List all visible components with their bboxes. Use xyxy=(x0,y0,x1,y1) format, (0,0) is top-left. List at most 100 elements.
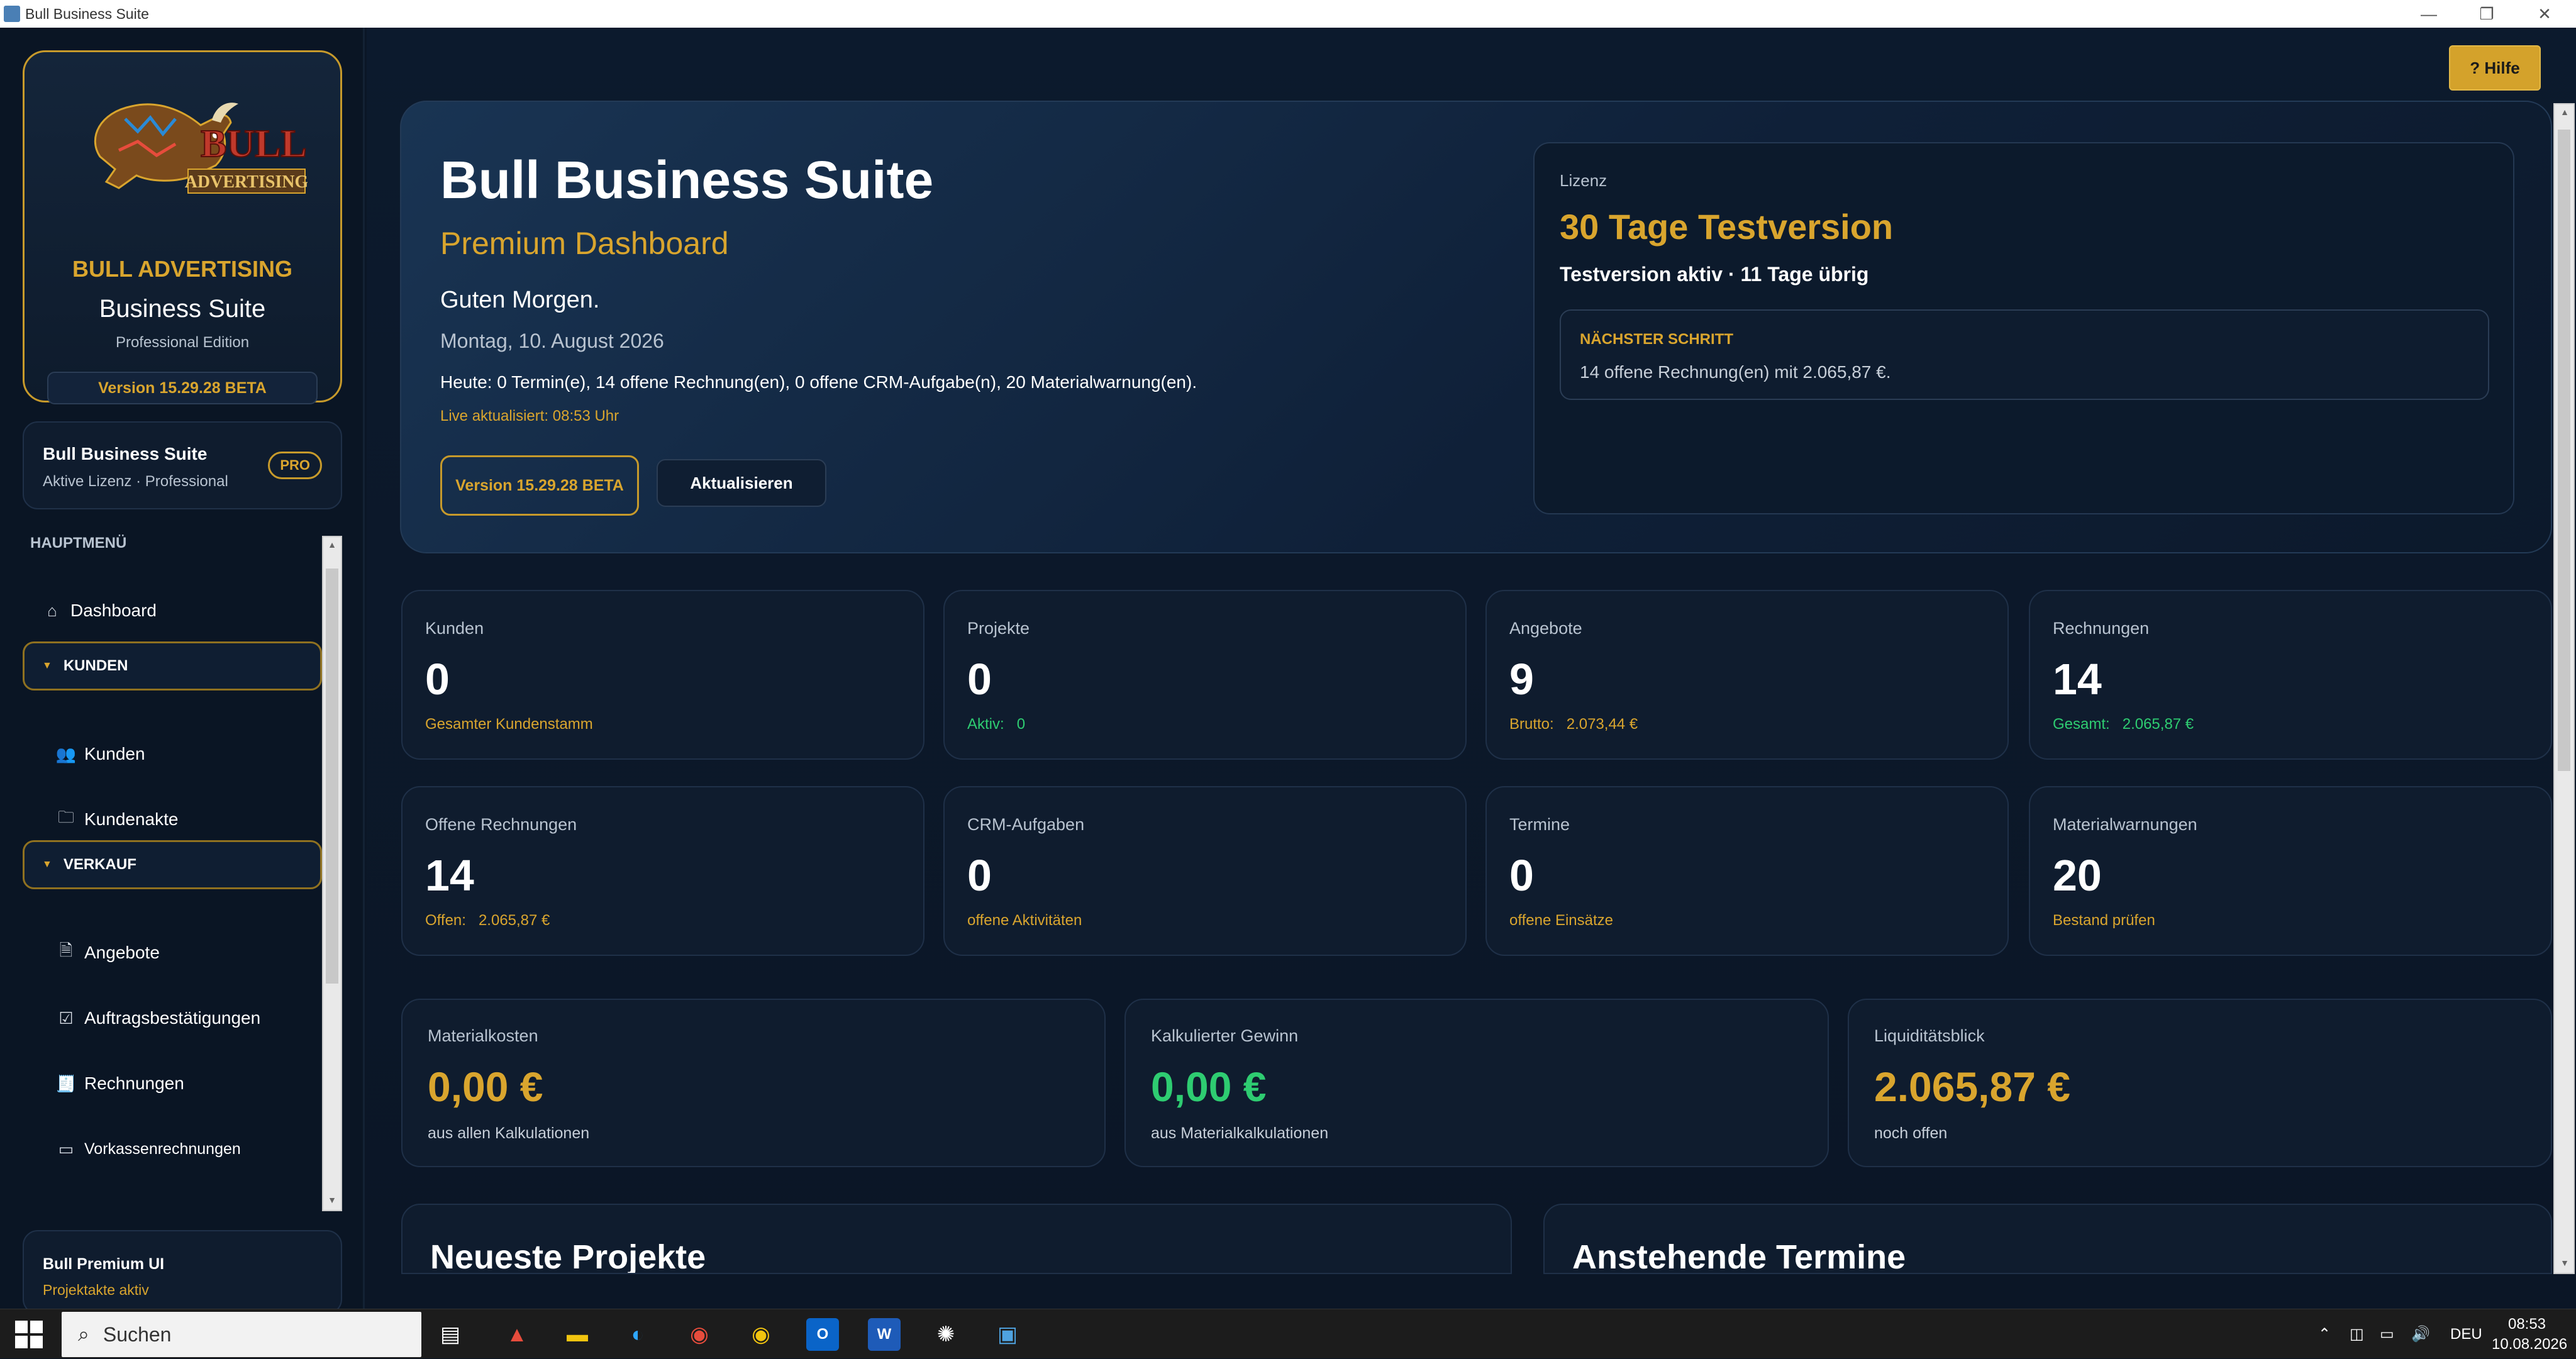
sidebar-item-auftragsbestaetigungen[interactable]: ☑ Auftragsbestätigungen xyxy=(55,1007,260,1029)
sidebar-item-kunden[interactable]: 👥 Kunden xyxy=(55,743,145,765)
license-label: Lizenz xyxy=(1560,171,1607,190)
window-titlebar: Bull Business Suite — ❐ ✕ xyxy=(0,0,2576,28)
tray-chevron-icon[interactable]: ⌃ xyxy=(2318,1309,2331,1359)
edge-browser-icon[interactable]: ◐ xyxy=(621,1318,654,1351)
finance-subtext: aus Materialkalkulationen xyxy=(1151,1124,1329,1142)
stat-sub-value: 2.065,87 € xyxy=(478,912,550,929)
scroll-down-icon[interactable]: ▼ xyxy=(326,1195,338,1207)
brand-name: BULL ADVERTISING xyxy=(72,256,292,282)
minimize-button[interactable]: — xyxy=(2400,0,2458,28)
stat-sub-key: Aktiv: xyxy=(967,716,1004,733)
help-button[interactable]: ? Hilfe xyxy=(2449,45,2541,91)
stat-sub-key: Gesamt: xyxy=(2053,716,2110,733)
stat-label: Projekte xyxy=(967,619,1030,638)
taskbar-clock[interactable]: 08:53 10.08.2026 xyxy=(2492,1314,2567,1355)
brand-card: BULL ADVERTISING BULL ADVERTISING Busine… xyxy=(23,50,342,404)
checkbox-icon: ☑ xyxy=(58,1008,74,1028)
app-icon xyxy=(4,6,20,22)
task-view-icon[interactable]: ▤ xyxy=(434,1318,467,1351)
sidebar-item-vorkassenrechnungen[interactable]: ▭ Vorkassenrechnungen xyxy=(55,1138,241,1160)
today-summary: Heute: 0 Termin(e), 14 offene Rechnung(e… xyxy=(440,372,1197,392)
stat-label: Offene Rechnungen xyxy=(425,815,577,834)
page-title: Bull Business Suite xyxy=(440,150,934,209)
refresh-button[interactable]: Aktualisieren xyxy=(657,459,826,507)
minimize-icon: — xyxy=(2421,4,2437,23)
chrome-icon[interactable]: ◉ xyxy=(683,1318,716,1351)
stat-sub-key: Offen: xyxy=(425,912,466,929)
home-icon: ⌂ xyxy=(47,601,57,620)
finance-label: Materialkosten xyxy=(428,1026,538,1045)
stat-value: 0 xyxy=(425,655,450,704)
finance-card-gewinn[interactable]: Kalkulierter Gewinn 0,00 € aus Materialk… xyxy=(1124,999,1829,1167)
footer-card: Bull Premium UI Projektakte aktiv xyxy=(23,1230,342,1314)
stat-card-offene-rechnungen[interactable]: Offene Rechnungen 14 Offen: 2.065,87 € xyxy=(401,786,924,956)
brand-product: Business Suite xyxy=(99,295,266,323)
sidebar-scroll-thumb[interactable] xyxy=(326,569,338,984)
sidebar-item-angebote[interactable]: 🗎 Angebote xyxy=(55,941,160,963)
stat-card-crm-aufgaben[interactable]: CRM-Aufgaben 0 offene Aktivitäten xyxy=(943,786,1467,956)
sidebar-item-dashboard[interactable]: ⌂ Dashboard xyxy=(42,600,157,621)
section-kunden[interactable]: ▼ KUNDEN xyxy=(23,641,322,691)
current-date: Montag, 10. August 2026 xyxy=(440,330,664,352)
stat-card-rechnungen[interactable]: Rechnungen 14 Gesamt: 2.065,87 € xyxy=(2029,590,2552,760)
license-title: 30 Tage Testversion xyxy=(1560,207,1894,247)
stat-value: 9 xyxy=(1509,655,1534,704)
stat-label: Angebote xyxy=(1509,619,1582,638)
finance-value: 2.065,87 € xyxy=(1874,1063,2070,1110)
word-icon[interactable]: W xyxy=(868,1318,901,1351)
language-indicator[interactable]: DEU xyxy=(2450,1309,2482,1359)
license-card-title: Bull Business Suite xyxy=(43,444,208,463)
volume-icon[interactable]: 🔊 xyxy=(2411,1309,2430,1359)
taskbar-search[interactable]: ⌕ Suchen xyxy=(62,1312,421,1357)
outlook-icon[interactable]: O xyxy=(806,1318,839,1351)
sidebar-item-kundenakte[interactable]: 🗀 Kundenakte xyxy=(55,807,178,830)
stat-subtext: Brutto: 2.073,44 € xyxy=(1509,716,1638,733)
version-button[interactable]: Version 15.29.28 BETA xyxy=(440,455,639,516)
close-button[interactable]: ✕ xyxy=(2516,0,2573,28)
stat-card-materialwarnungen[interactable]: Materialwarnungen 20 Bestand prüfen xyxy=(2029,786,2552,956)
stat-subtext: Aktiv: 0 xyxy=(967,716,1025,733)
chatgpt-icon[interactable]: ✺ xyxy=(930,1318,962,1351)
appointments-title: Anstehende Termine xyxy=(1572,1238,1906,1274)
license-card: Bull Business Suite Aktive Lizenz · Prof… xyxy=(23,421,342,509)
file-explorer-icon[interactable]: ▬ xyxy=(561,1318,594,1351)
stat-value: 0 xyxy=(967,655,992,704)
stat-card-termine[interactable]: Termine 0 offene Einsätze xyxy=(1485,786,2009,956)
menu-heading: HAUPTMENÜ xyxy=(30,535,127,552)
tray-meet-icon[interactable]: ◫ xyxy=(2350,1309,2364,1359)
restore-icon: ❐ xyxy=(2479,4,2494,23)
stat-label: Termine xyxy=(1509,815,1570,834)
finance-card-liquiditaet[interactable]: Liquiditätsblick 2.065,87 € noch offen xyxy=(1848,999,2552,1167)
stat-subtext: Gesamter Kundenstamm xyxy=(425,716,593,733)
section-verkauf[interactable]: ▼ VERKAUF xyxy=(23,840,322,889)
sidebar-item-label: Dashboard xyxy=(70,601,157,620)
stat-card-projekte[interactable]: Projekte 0 Aktiv: 0 xyxy=(943,590,1467,760)
folder-icon: 🗀 xyxy=(57,807,74,826)
pro-badge: PRO xyxy=(268,452,322,479)
sidebar-item-rechnungen[interactable]: 🧾 Rechnungen xyxy=(55,1073,184,1094)
stat-card-angebote[interactable]: Angebote 9 Brutto: 2.073,44 € xyxy=(1485,590,2009,760)
stat-sub-value: 2.073,44 € xyxy=(1566,716,1638,733)
finance-card-materialkosten[interactable]: Materialkosten 0,00 € aus allen Kalkulat… xyxy=(401,999,1106,1167)
finance-label: Kalkulierter Gewinn xyxy=(1151,1026,1299,1045)
network-icon[interactable]: ▭ xyxy=(2380,1309,2394,1359)
main-scroll-thumb[interactable] xyxy=(2558,130,2570,771)
scroll-up-icon[interactable]: ▲ xyxy=(326,540,338,552)
scroll-down-icon[interactable]: ▼ xyxy=(2558,1258,2571,1270)
recent-projects-panel: Neueste Projekte xyxy=(401,1204,1512,1274)
stat-card-kunden[interactable]: Kunden 0 Gesamter Kundenstamm xyxy=(401,590,924,760)
bull-suite-taskbar-icon[interactable]: ▣ xyxy=(991,1318,1024,1351)
creative-app-icon[interactable]: ▲ xyxy=(501,1318,533,1351)
footer-card-title: Bull Premium UI xyxy=(43,1255,165,1273)
sidebar-scrollbar[interactable]: ▲ ▼ xyxy=(322,536,342,1211)
sidebar-item-label: Vorkassenrechnungen xyxy=(84,1140,241,1158)
scroll-up-icon[interactable]: ▲ xyxy=(2558,107,2571,119)
sidebar-item-label: Angebote xyxy=(84,943,160,962)
main-scrollbar[interactable]: ▲ ▼ xyxy=(2553,103,2575,1274)
brand-version-badge: Version 15.29.28 BETA xyxy=(47,372,318,404)
chrome-profile-icon[interactable]: ◉ xyxy=(745,1318,777,1351)
restore-button[interactable]: ❐ xyxy=(2458,0,2516,28)
windows-start-icon[interactable] xyxy=(13,1318,45,1351)
sidebar: BULL ADVERTISING BULL ADVERTISING Busine… xyxy=(0,28,365,1314)
finance-value: 0,00 € xyxy=(428,1063,543,1110)
